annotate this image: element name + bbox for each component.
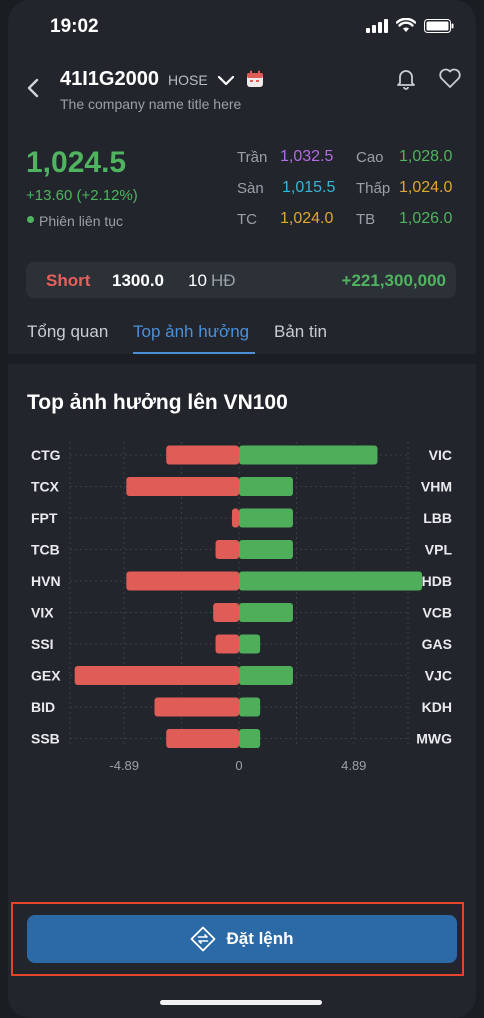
battery-icon bbox=[424, 18, 454, 33]
status-bar: 19:02 bbox=[8, 0, 476, 56]
influence-chart: CTG VIC TCX VHM FPT LBB TCB VPL HVN HDB VIX VCB SSI G… bbox=[31, 442, 453, 773]
row-label-right: LBB bbox=[423, 510, 452, 526]
bar-positive-mwg bbox=[239, 729, 261, 748]
stat-label-floor: Sàn bbox=[237, 180, 264, 197]
x-tick-label: -4.89 bbox=[109, 758, 139, 773]
position-side: Short bbox=[46, 271, 91, 290]
position-price: 1300.0 bbox=[112, 271, 164, 290]
bar-negative-ssi bbox=[215, 634, 239, 654]
stat-value-floor: 1,015.5 bbox=[282, 179, 336, 196]
bar-positive-kdh bbox=[239, 697, 261, 717]
row-label-left: VIX bbox=[31, 605, 54, 621]
bar-negative-tcb bbox=[215, 540, 239, 559]
position-unit: HĐ bbox=[211, 271, 236, 290]
row-label-left: FPT bbox=[31, 510, 58, 526]
status-icons bbox=[366, 18, 454, 33]
stat-label-ceiling: Trần bbox=[237, 149, 268, 166]
row-label-left: TCX bbox=[31, 479, 60, 495]
section-title: Top ảnh hưởng lên VN100 bbox=[27, 391, 288, 414]
stat-value-reference: 1,024.0 bbox=[280, 210, 334, 227]
row-label-right: VHM bbox=[421, 479, 452, 495]
bar-negative-gex bbox=[74, 666, 239, 685]
bar-negative-tcx bbox=[126, 477, 239, 496]
row-label-left: SSI bbox=[31, 636, 54, 652]
row-label-right: GAS bbox=[422, 636, 452, 652]
row-label-left: GEX bbox=[31, 668, 61, 684]
bar-negative-ssb bbox=[166, 729, 239, 748]
status-time: 19:02 bbox=[50, 16, 99, 37]
bar-negative-bid bbox=[154, 697, 239, 717]
bar-positive-vcb bbox=[239, 603, 293, 622]
price-change: +13.60 (+2.12%) bbox=[26, 187, 138, 204]
stat-label-low: Thấp bbox=[356, 180, 391, 197]
bar-positive-vpl bbox=[239, 540, 293, 559]
bar-positive-hdb bbox=[239, 571, 423, 591]
tab-news[interactable]: Bản tin bbox=[274, 322, 327, 342]
phone-screen: 19:02 41I1G2000 HOSE The company name ti… bbox=[8, 0, 476, 1018]
x-tick-label: 0 bbox=[235, 758, 242, 773]
stat-value-high: 1,028.0 bbox=[399, 148, 453, 165]
row-label-left: HVN bbox=[31, 573, 61, 589]
row-label-left: BID bbox=[31, 699, 55, 715]
symbol-title[interactable]: 41I1G2000 bbox=[60, 68, 159, 91]
bar-positive-vjc bbox=[239, 666, 293, 685]
row-label-right: KDH bbox=[422, 699, 452, 715]
position-bar[interactable]: Short 1300.0 10 HĐ +221,300,000 bbox=[26, 262, 456, 298]
session-status-dot bbox=[27, 216, 34, 223]
position-qty: 10 bbox=[188, 271, 207, 290]
signal-icon bbox=[366, 18, 388, 33]
row-label-right: VPL bbox=[425, 542, 453, 558]
session-label: Phiên liên tục bbox=[39, 213, 124, 229]
bar-negative-vix bbox=[213, 603, 239, 622]
row-label-left: SSB bbox=[31, 731, 60, 747]
heart-icon[interactable] bbox=[438, 67, 462, 89]
row-label-right: VIC bbox=[429, 447, 452, 463]
bar-negative-ctg bbox=[166, 445, 239, 465]
bell-icon[interactable] bbox=[394, 66, 418, 90]
row-label-left: CTG bbox=[31, 447, 61, 463]
bar-negative-hvn bbox=[126, 571, 239, 591]
row-label-right: HDB bbox=[422, 573, 452, 589]
row-label-right: VCB bbox=[422, 605, 452, 621]
bar-positive-lbb bbox=[239, 508, 293, 528]
back-arrow-icon[interactable] bbox=[24, 76, 44, 100]
bar-positive-gas bbox=[239, 634, 261, 654]
company-name: The company name title here bbox=[60, 96, 242, 112]
row-label-left: TCB bbox=[31, 542, 60, 558]
chevron-down-icon[interactable] bbox=[216, 72, 236, 90]
exchange-label: HOSE bbox=[168, 72, 208, 88]
bar-negative-fpt bbox=[231, 508, 239, 528]
section-divider bbox=[8, 354, 476, 364]
tab-top-influence[interactable]: Top ảnh hưởng bbox=[133, 322, 249, 342]
x-tick-label: 4.89 bbox=[341, 758, 366, 773]
calendar-icon[interactable] bbox=[246, 70, 264, 88]
stat-value-low: 1,024.0 bbox=[399, 179, 453, 196]
stat-label-reference: TC bbox=[237, 211, 257, 228]
stat-label-average: TB bbox=[356, 211, 376, 228]
stat-value-average: 1,026.0 bbox=[399, 210, 453, 227]
wifi-icon bbox=[396, 18, 416, 32]
row-label-right: MWG bbox=[416, 731, 452, 747]
tab-overview[interactable]: Tổng quan bbox=[27, 322, 108, 342]
row-label-right: VJC bbox=[425, 668, 452, 684]
highlight-box bbox=[11, 902, 464, 976]
position-amount: +221,300,000 bbox=[341, 271, 446, 290]
home-indicator[interactable] bbox=[160, 1000, 322, 1005]
stat-label-high: Cao bbox=[356, 149, 384, 166]
last-price: 1,024.5 bbox=[26, 146, 127, 179]
bar-positive-vhm bbox=[239, 477, 293, 496]
bar-positive-vic bbox=[239, 445, 378, 465]
stat-value-ceiling: 1,032.5 bbox=[280, 148, 334, 165]
